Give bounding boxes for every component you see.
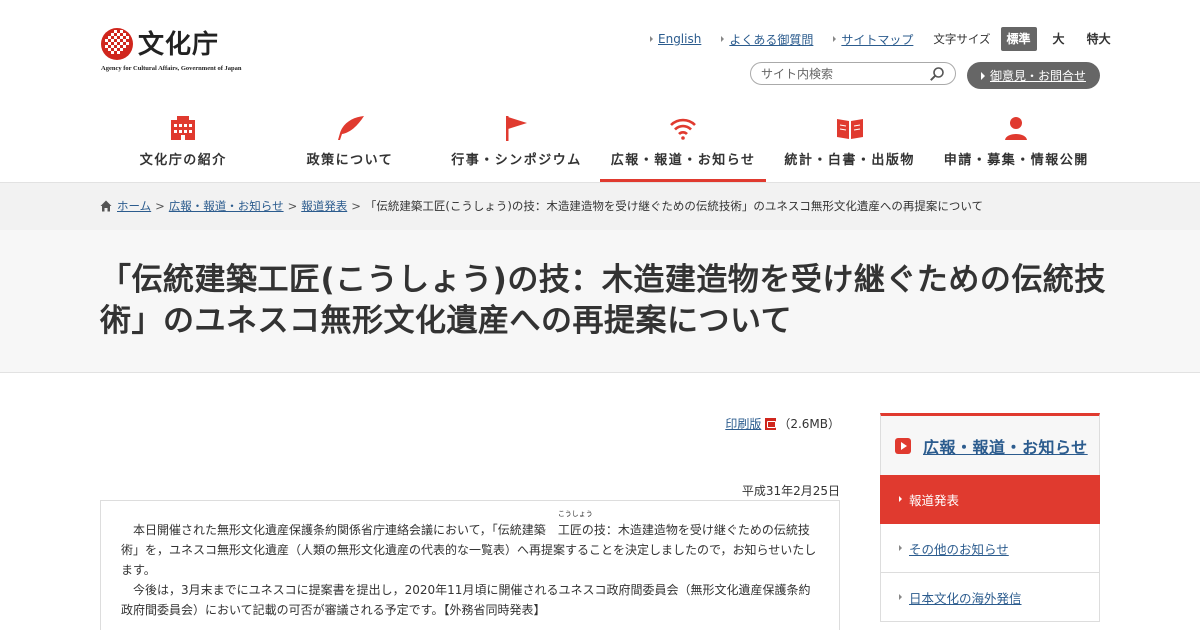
breadcrumb-news-link[interactable]: 広報・報道・お知らせ	[169, 198, 284, 214]
person-icon	[1005, 117, 1028, 140]
nav-item-events[interactable]: 行事・シンポジウム	[433, 110, 600, 182]
global-nav: 文化庁の紹介 政策について 行事・シンポジウム 広報・報道・お知らせ 統計・白書…	[100, 110, 1100, 182]
pdf-icon	[765, 417, 777, 430]
breadcrumb-press-link[interactable]: 報道発表	[301, 198, 347, 214]
triangle-bullet-icon	[980, 71, 985, 80]
sidebar-item-press-releases[interactable]: 報道発表	[880, 475, 1100, 524]
triangle-bullet-icon	[899, 545, 902, 551]
breadcrumb-current: 「伝統建築工匠(こうしょう)の技：木造建造物を受け継ぐための伝統技術」のユネスコ…	[364, 199, 983, 213]
nav-item-about[interactable]: 文化庁の紹介	[100, 110, 267, 182]
print-file-size: （2.6MB）	[778, 417, 840, 431]
sitemap-link[interactable]: サイトマップ	[833, 31, 913, 48]
agency-logo-icon	[101, 28, 133, 60]
font-size-label: 文字サイズ	[933, 32, 991, 46]
title-band: 「伝統建築工匠(こうしょう)の技：木造建造物を受け継ぐための伝統技術」のユネスコ…	[0, 230, 1200, 373]
sidebar-heading[interactable]: 広報・報道・お知らせ	[880, 413, 1100, 475]
notice-paragraph: 本日開催された無形文化遺産保護条約関係省庁連絡会議において，「伝統建築 工匠 こうし…	[121, 510, 817, 577]
play-icon	[895, 437, 911, 454]
book-icon	[836, 119, 863, 139]
search-input[interactable]	[761, 66, 921, 81]
breadcrumb-home-link[interactable]: ホーム	[117, 198, 151, 214]
site-search	[750, 62, 956, 85]
faq-link[interactable]: よくある御質問	[721, 31, 813, 48]
flag-icon	[506, 116, 528, 141]
nav-item-policy[interactable]: 政策について	[267, 110, 434, 182]
nav-item-publications[interactable]: 統計・白書・出版物	[766, 110, 933, 182]
home-icon	[100, 200, 112, 212]
breadcrumb-separator: >	[351, 199, 361, 213]
breadcrumb-bar: ホーム > 広報・報道・お知らせ > 報道発表 > 「伝統建築工匠(こうしょう)…	[0, 182, 1200, 230]
english-link[interactable]: English	[650, 32, 701, 46]
site-header: 文化庁 Agency for Cultural Affairs, Governm…	[0, 0, 1200, 182]
font-size-xlarge-button[interactable]: 特大	[1081, 27, 1117, 51]
breadcrumb: ホーム > 広報・報道・お知らせ > 報道発表 > 「伝統建築工匠(こうしょう)…	[100, 198, 983, 214]
breadcrumb-separator: >	[155, 199, 165, 213]
triangle-bullet-icon	[650, 36, 653, 42]
sidebar-item-other-notices[interactable]: その他のお知らせ	[880, 524, 1100, 573]
logo-subtitle: Agency for Cultural Affairs, Government …	[101, 65, 242, 72]
print-version: 印刷版 （2.6MB）	[725, 415, 840, 432]
nav-item-applications[interactable]: 申請・募集・情報公開	[933, 110, 1100, 182]
font-size-standard-button[interactable]: 標準	[1000, 27, 1037, 51]
page-title: 「伝統建築工匠(こうしょう)の技：木造建造物を受け継ぐための伝統技術」のユネスコ…	[100, 262, 1106, 339]
triangle-bullet-icon	[721, 36, 725, 42]
publish-date: 平成31年2月25日	[741, 484, 840, 498]
notice-paragraph: 今後は，3月末までにユネスコに提案書を提出し，2020年11月頃に開催されるユネ…	[121, 583, 811, 617]
contact-button[interactable]: 御意見・お問合せ	[967, 62, 1100, 89]
nav-item-news[interactable]: 広報・報道・お知らせ	[599, 110, 767, 182]
sidebar: 広報・報道・お知らせ 報道発表 その他のお知らせ 日本文化の海外発信	[880, 413, 1100, 622]
breadcrumb-separator: >	[287, 199, 298, 213]
building-icon	[171, 116, 196, 140]
logo-text: 文化庁	[138, 30, 220, 60]
print-version-link[interactable]: 印刷版	[725, 415, 761, 432]
triangle-bullet-icon	[899, 594, 902, 600]
search-icon[interactable]	[929, 66, 945, 82]
wifi-icon	[670, 118, 696, 140]
feather-icon	[337, 116, 364, 140]
triangle-bullet-icon	[899, 496, 902, 502]
site-logo[interactable]: 文化庁 Agency for Cultural Affairs, Governm…	[100, 27, 250, 77]
font-size-large-button[interactable]: 大	[1047, 27, 1071, 51]
ruby-annotation: 工匠 こうしょう	[557, 510, 593, 537]
sidebar-item-overseas[interactable]: 日本文化の海外発信	[880, 573, 1100, 622]
triangle-bullet-icon	[833, 36, 837, 42]
notice-box: 本日開催された無形文化遺産保護条約関係省庁連絡会議において，「伝統建築 工匠 こうし…	[100, 500, 840, 630]
utility-links: English よくある御質問 サイトマップ 文字サイズ 標準 大 特大	[650, 27, 1117, 51]
